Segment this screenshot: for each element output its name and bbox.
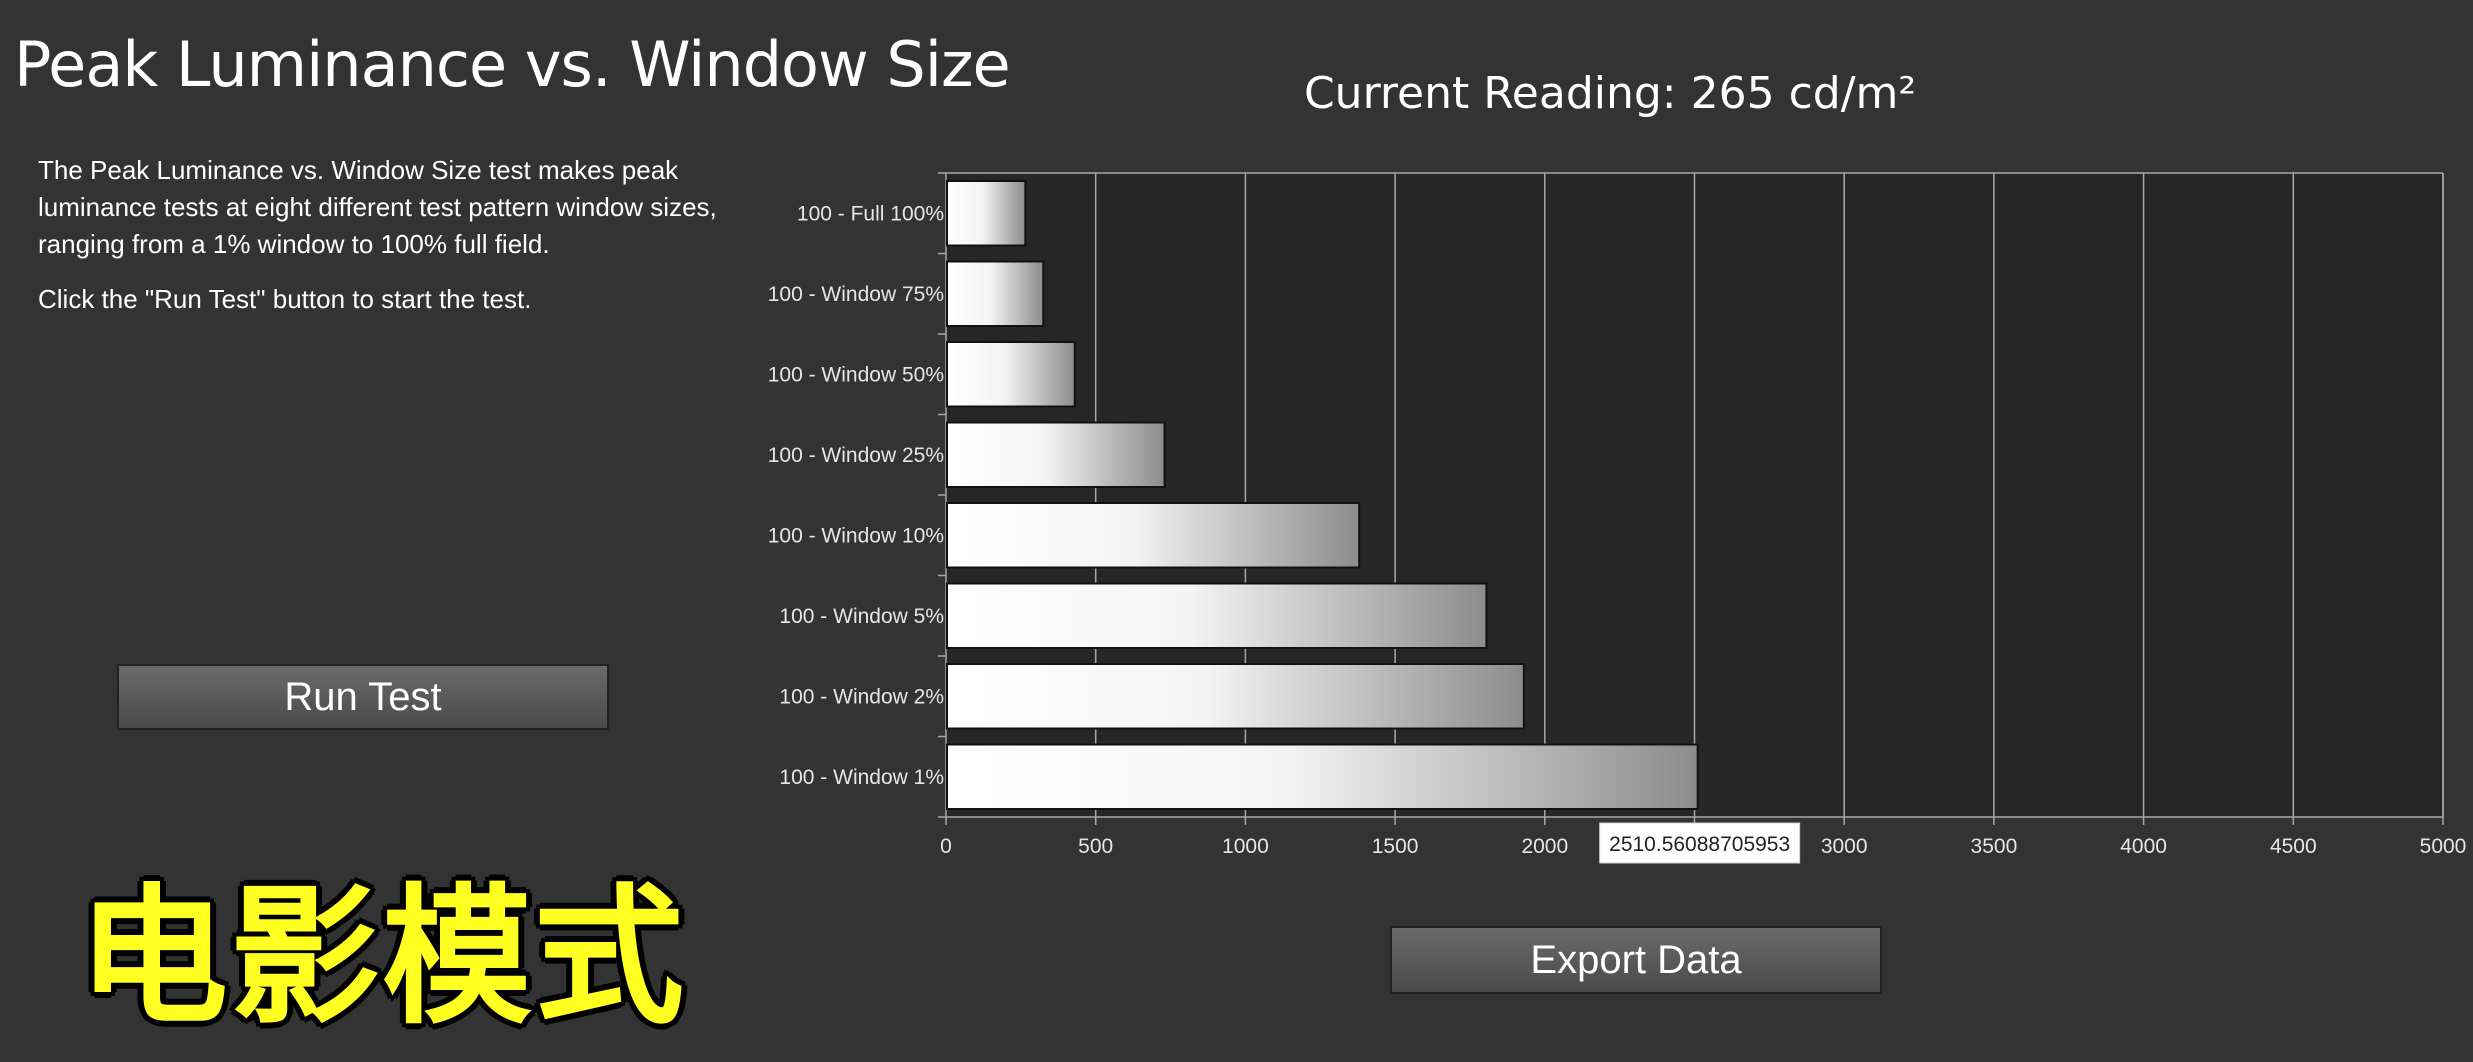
- x-tick-label: 2000: [1521, 835, 1568, 858]
- x-tick-label: 0: [940, 835, 952, 858]
- x-tick-label: 1000: [1222, 835, 1269, 858]
- y-category-label: 100 - Window 10%: [768, 524, 944, 547]
- export-data-button[interactable]: Export Data: [1390, 926, 1882, 994]
- bar: [946, 260, 1045, 327]
- run-test-button[interactable]: Run Test: [117, 664, 609, 730]
- x-tick-label: 3000: [1821, 835, 1868, 858]
- movie-mode-banner: 电影模式: [75, 868, 687, 1048]
- bar: [946, 180, 1027, 247]
- bar: [946, 743, 1699, 810]
- x-tick-label: 1500: [1372, 835, 1419, 858]
- x-tick-label: 4000: [2120, 835, 2167, 858]
- instruction-paragraph: Click the "Run Test" button to start the…: [38, 284, 532, 314]
- test-description: The Peak Luminance vs. Window Size test …: [38, 152, 718, 336]
- y-category-label: 100 - Window 2%: [779, 685, 944, 708]
- description-paragraph: The Peak Luminance vs. Window Size test …: [38, 155, 717, 259]
- y-category-label: 100 - Window 1%: [779, 766, 944, 789]
- x-tick-label: 500: [1078, 835, 1113, 858]
- page-title: Peak Luminance vs. Window Size: [14, 28, 1011, 101]
- bar: [946, 502, 1361, 569]
- current-reading: Current Reading: 265 cd/m²: [1303, 68, 1917, 119]
- y-category-label: 100 - Window 25%: [768, 444, 944, 467]
- x-tick-label: 4500: [2270, 835, 2317, 858]
- bar: [946, 341, 1076, 408]
- y-category-label: 100 - Window 75%: [768, 283, 944, 306]
- bar: [946, 582, 1488, 649]
- x-tick-label: 5000: [2420, 835, 2467, 858]
- x-tick-label: 3500: [1971, 835, 2018, 858]
- value-tooltip-text: 2510.56088705953: [1609, 833, 1790, 856]
- luminance-bar-chart: 0500100015002000250030003500400045005000…: [740, 160, 2473, 880]
- chart-svg: 0500100015002000250030003500400045005000…: [768, 172, 2467, 864]
- bar: [946, 663, 1525, 730]
- bar: [946, 421, 1166, 488]
- y-category-label: 100 - Full 100%: [797, 202, 944, 225]
- y-category-label: 100 - Window 5%: [779, 605, 944, 628]
- y-category-label: 100 - Window 50%: [768, 363, 944, 386]
